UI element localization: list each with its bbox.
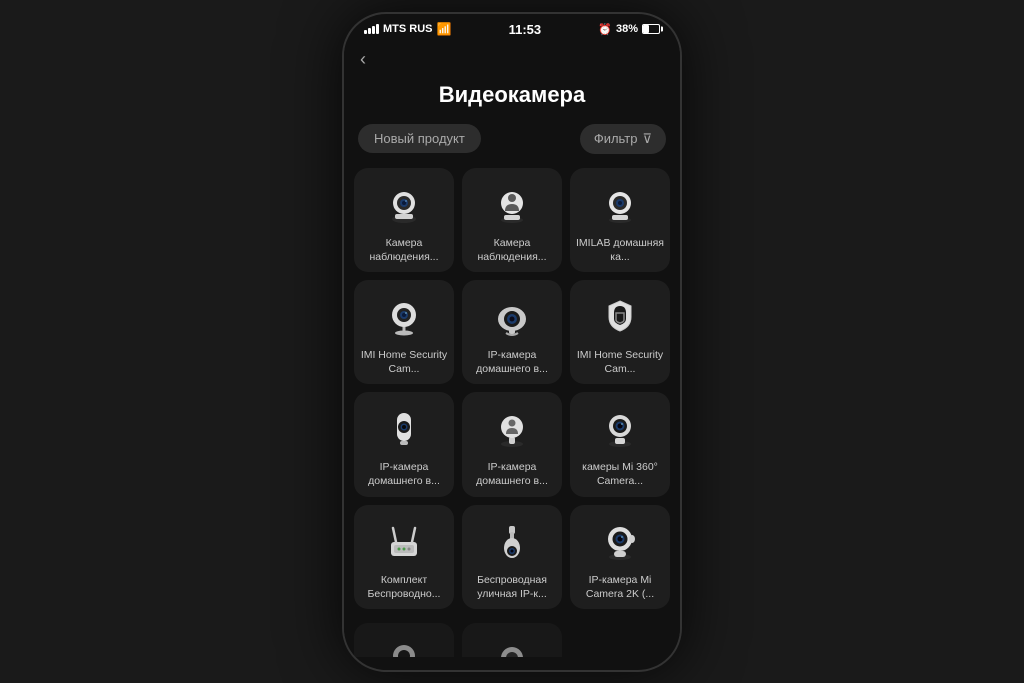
- ip-tilt-svg: [489, 405, 535, 451]
- list-item[interactable]: Камера наблюдения...: [354, 168, 454, 272]
- clock: 11:53: [509, 22, 542, 37]
- list-item[interactable]: Камера наблюдения...: [462, 168, 562, 272]
- filter-row: Новый продукт Фильтр ⊽: [344, 124, 680, 168]
- carrier-label: MTS RUS: [383, 23, 433, 35]
- list-item[interactable]: IMI Home Security Cam...: [354, 280, 454, 384]
- product-icon: [486, 515, 538, 567]
- alarm-icon: ⏰: [598, 23, 612, 36]
- product-label: IP-камера домашнего в...: [468, 348, 556, 376]
- mi2k-svg: [597, 518, 643, 564]
- product-label: IP-камера Mi Camera 2K (...: [576, 573, 664, 601]
- imilab-svg: [597, 181, 643, 227]
- list-item[interactable]: Беспроводная уличная IP-к...: [462, 505, 562, 609]
- product-icon: [594, 178, 646, 230]
- product-icon: [378, 402, 430, 454]
- list-item[interactable]: IP-камера домашнего в...: [462, 280, 562, 384]
- product-icon: [378, 290, 430, 342]
- product-label: IP-камера домашнего в...: [360, 460, 448, 488]
- list-item[interactable]: IMILAB домашняя ка...: [570, 168, 670, 272]
- status-left: MTS RUS 📶: [364, 22, 451, 36]
- product-icon: [594, 515, 646, 567]
- filter-icon: ⊽: [642, 131, 652, 147]
- product-label: камеры Mi 360° Camera...: [576, 460, 664, 488]
- product-icon: [378, 515, 430, 567]
- list-item[interactable]: Комплект Беспроводно...: [354, 505, 454, 609]
- imi-home1-svg: [381, 293, 427, 339]
- list-item[interactable]: IMI Home Security Cam...: [570, 280, 670, 384]
- imi-logo-svg: [597, 293, 643, 339]
- cam2-svg: [489, 181, 535, 227]
- list-item[interactable]: IP-камера домашнего в...: [354, 392, 454, 496]
- list-item[interactable]: IP-камера Mi Camera 2K (...: [570, 505, 670, 609]
- new-product-button[interactable]: Новый продукт: [358, 124, 481, 153]
- product-icon: [486, 290, 538, 342]
- product-label: Камера наблюдения...: [468, 236, 556, 264]
- back-button[interactable]: ‹: [344, 41, 382, 78]
- product-icon: [594, 290, 646, 342]
- list-item[interactable]: [354, 623, 454, 657]
- list-item[interactable]: камеры Mi 360° Camera...: [570, 392, 670, 496]
- product-icon: [486, 402, 538, 454]
- battery-icon: [642, 24, 660, 34]
- screen: ‹ Видеокамера Новый продукт Фильтр ⊽: [344, 41, 680, 657]
- battery-percent: 38%: [616, 23, 638, 35]
- product-icon: [486, 178, 538, 230]
- partial2-svg: [489, 636, 535, 657]
- ip-slim-svg: [381, 405, 427, 451]
- kit-svg: [381, 518, 427, 564]
- partial-row: [344, 623, 680, 657]
- product-icon: [486, 633, 538, 657]
- status-bar: MTS RUS 📶 11:53 ⏰ 38%: [344, 14, 680, 41]
- partial1-svg: [381, 636, 427, 657]
- wifi-icon: 📶: [437, 22, 452, 36]
- filter-button[interactable]: Фильтр ⊽: [580, 124, 666, 154]
- signal-icon: [364, 24, 379, 34]
- list-item[interactable]: [462, 623, 562, 657]
- product-label: IMILAB домашняя ка...: [576, 236, 664, 264]
- page-title: Видеокамера: [344, 78, 680, 124]
- product-label: IP-камера домашнего в...: [468, 460, 556, 488]
- product-grid: Камера наблюдения... Камера наблюдения..…: [344, 168, 680, 623]
- filter-label: Фильтр: [594, 131, 638, 146]
- product-label: IMI Home Security Cam...: [360, 348, 448, 376]
- product-icon: [594, 402, 646, 454]
- product-label: Беспроводная уличная IP-к...: [468, 573, 556, 601]
- product-label: Комплект Беспроводно...: [360, 573, 448, 601]
- product-label: IMI Home Security Cam...: [576, 348, 664, 376]
- phone-frame: MTS RUS 📶 11:53 ⏰ 38% ‹ Видеокамера Новы…: [342, 12, 682, 672]
- product-label: Камера наблюдения...: [360, 236, 448, 264]
- mi360-svg: [597, 405, 643, 451]
- product-icon: [378, 178, 430, 230]
- ip-round-svg: [489, 293, 535, 339]
- list-item[interactable]: IP-камера домашнего в...: [462, 392, 562, 496]
- product-icon: [378, 633, 430, 657]
- outdoor-svg: [489, 518, 535, 564]
- status-right: ⏰ 38%: [598, 23, 660, 36]
- cam1-svg: [381, 181, 427, 227]
